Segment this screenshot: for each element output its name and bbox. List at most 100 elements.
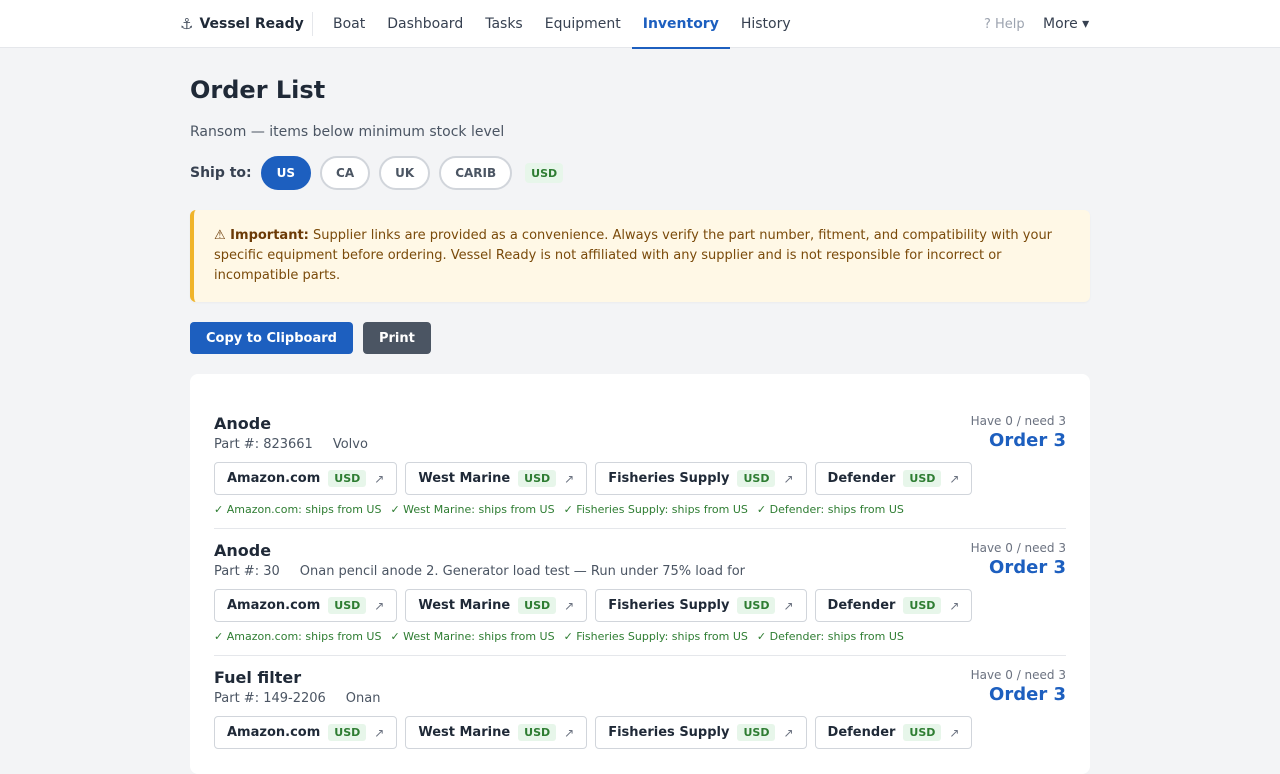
nav-history[interactable]: History: [730, 0, 802, 48]
nav-equipment[interactable]: Equipment: [534, 0, 632, 48]
item-description: Onan: [345, 691, 381, 706]
order-item: Anode Part #: 823661 Volvo Have 0 / need…: [214, 402, 1066, 529]
copy-to-clipboard-button[interactable]: Copy to Clipboard: [190, 322, 353, 354]
notice-strong: ⚠ Important:: [214, 228, 309, 243]
ships-from-amazon: ✓ Amazon.com: ships from US: [214, 630, 382, 643]
brand-name: Vessel Ready: [199, 16, 304, 32]
supplier-link-fisheries-supply[interactable]: Fisheries Supply USD ↗: [595, 716, 807, 749]
supplier-link-defender[interactable]: Defender USD ↗: [814, 462, 973, 495]
supplier-currency: USD: [903, 724, 942, 741]
external-link-icon: ↗: [783, 598, 794, 613]
supplier-link-west-marine[interactable]: West Marine USD ↗: [405, 462, 588, 495]
item-description: Volvo: [332, 437, 368, 452]
item-name: Fuel filter: [214, 668, 302, 687]
supplier-currency: USD: [737, 470, 776, 487]
have-need-text: Have 0 / need 3: [970, 668, 1066, 682]
region-carib-button[interactable]: CARIB: [439, 156, 513, 190]
supplier-name: Defender: [827, 598, 896, 613]
supplier-links: Amazon.com USD ↗ West Marine USD ↗ Fishe…: [214, 716, 1066, 749]
notice-text: Supplier links are provided as a conveni…: [214, 228, 1053, 283]
supplier-link-defender[interactable]: Defender USD ↗: [814, 589, 973, 622]
item-quantity: Have 0 / need 3 Order 3: [971, 668, 1066, 705]
ships-from-defender: ✓ Defender: ships from US: [756, 630, 904, 643]
have-need-text: Have 0 / need 3: [970, 541, 1066, 555]
main-content: Order List Ransom — items below minimum …: [190, 48, 1090, 774]
ships-from-amazon: ✓ Amazon.com: ships from US: [214, 503, 382, 516]
supplier-currency: USD: [903, 597, 942, 614]
supplier-currency: USD: [737, 597, 776, 614]
item-part-number: Part #: 149-2206: [214, 691, 326, 706]
supplier-links: Amazon.com USD ↗ West Marine USD ↗ Fishe…: [214, 589, 1066, 622]
external-link-icon: ↗: [949, 725, 960, 740]
nav-dashboard[interactable]: Dashboard: [376, 0, 474, 48]
ships-from-fisheries-supply: ✓ Fisheries Supply: ships from US: [563, 503, 748, 516]
item-name: Anode: [214, 414, 272, 433]
item-name: Anode: [214, 541, 272, 560]
order-quantity: Order 3: [989, 684, 1066, 705]
supplier-link-fisheries-supply[interactable]: Fisheries Supply USD ↗: [595, 589, 807, 622]
print-button[interactable]: Print: [362, 322, 431, 354]
external-link-icon: ↗: [564, 471, 575, 486]
supplier-currency: USD: [737, 724, 776, 741]
help-link[interactable]: ? Help: [984, 0, 1025, 48]
supplier-link-defender[interactable]: Defender USD ↗: [814, 716, 973, 749]
supplier-name: Defender: [827, 725, 896, 740]
ships-from-west-marine: ✓ West Marine: ships from US: [390, 630, 555, 643]
external-link-icon: ↗: [949, 598, 960, 613]
supplier-link-west-marine[interactable]: West Marine USD ↗: [405, 589, 588, 622]
brand-divider: [312, 12, 313, 36]
supplier-name: West Marine: [418, 471, 511, 486]
supplier-link-amazon[interactable]: Amazon.com USD ↗: [214, 589, 398, 622]
order-item: Fuel filter Part #: 149-2206 Onan Have 0…: [214, 656, 1066, 761]
nav-tasks[interactable]: Tasks: [474, 0, 534, 48]
page-subtitle: Ransom — items below minimum stock level: [190, 124, 505, 140]
item-meta: Part #: 149-2206 Onan: [214, 691, 1066, 706]
ship-to-selector: Ship to: US CA UK CARIB USD: [190, 156, 1090, 190]
region-ca-button[interactable]: CA: [320, 156, 371, 190]
supplier-currency: USD: [903, 470, 942, 487]
region-us-button[interactable]: US: [260, 156, 312, 190]
supplier-currency: USD: [518, 724, 557, 741]
external-link-icon: ↗: [564, 725, 575, 740]
supplier-links: Amazon.com USD ↗ West Marine USD ↗ Fishe…: [214, 462, 1066, 495]
supplier-name: Fisheries Supply: [608, 471, 730, 486]
nav-boat[interactable]: Boat: [322, 0, 376, 48]
item-meta: Part #: 823661 Volvo: [214, 437, 1066, 452]
supplier-link-fisheries-supply[interactable]: Fisheries Supply USD ↗: [595, 462, 807, 495]
ship-to-label: Ship to:: [190, 165, 252, 181]
item-quantity: Have 0 / need 3 Order 3: [971, 541, 1066, 578]
external-link-icon: ↗: [374, 471, 385, 486]
supplier-name: Amazon.com: [227, 471, 321, 486]
shipping-status: ✓ Amazon.com: ships from US ✓ West Marin…: [214, 630, 1066, 643]
item-description: Onan pencil anode 2. Generator load test…: [299, 564, 746, 579]
nav-inventory[interactable]: Inventory: [631, 0, 730, 49]
supplier-name: West Marine: [418, 598, 511, 613]
supplier-link-amazon[interactable]: Amazon.com USD ↗: [214, 716, 398, 749]
supplier-currency: USD: [518, 597, 557, 614]
brand-logo[interactable]: ⚓ Vessel Ready: [180, 0, 304, 48]
important-notice: ⚠ Important: Supplier links are provided…: [190, 210, 1090, 302]
supplier-name: West Marine: [418, 725, 511, 740]
external-link-icon: ↗: [564, 598, 575, 613]
ships-from-west-marine: ✓ West Marine: ships from US: [390, 503, 555, 516]
supplier-currency: USD: [328, 724, 367, 741]
supplier-name: Amazon.com: [227, 725, 321, 740]
supplier-currency: USD: [328, 470, 367, 487]
item-part-number: Part #: 823661: [214, 437, 313, 452]
currency-badge: USD: [525, 163, 564, 183]
item-part-number: Part #: 30: [214, 564, 280, 579]
external-link-icon: ↗: [374, 598, 385, 613]
external-link-icon: ↗: [783, 725, 794, 740]
order-quantity: Order 3: [989, 430, 1066, 451]
more-menu[interactable]: More ▾: [1043, 0, 1089, 48]
supplier-name: Fisheries Supply: [608, 598, 730, 613]
external-link-icon: ↗: [374, 725, 385, 740]
action-bar: Copy to Clipboard Print: [190, 322, 1090, 354]
supplier-link-west-marine[interactable]: West Marine USD ↗: [405, 716, 588, 749]
supplier-link-amazon[interactable]: Amazon.com USD ↗: [214, 462, 398, 495]
top-navbar: ⚓ Vessel Ready Boat Dashboard Tasks Equi…: [0, 0, 1280, 49]
region-uk-button[interactable]: UK: [379, 156, 431, 190]
ships-from-defender: ✓ Defender: ships from US: [756, 503, 904, 516]
supplier-name: Amazon.com: [227, 598, 321, 613]
page-title: Order List: [190, 76, 326, 104]
